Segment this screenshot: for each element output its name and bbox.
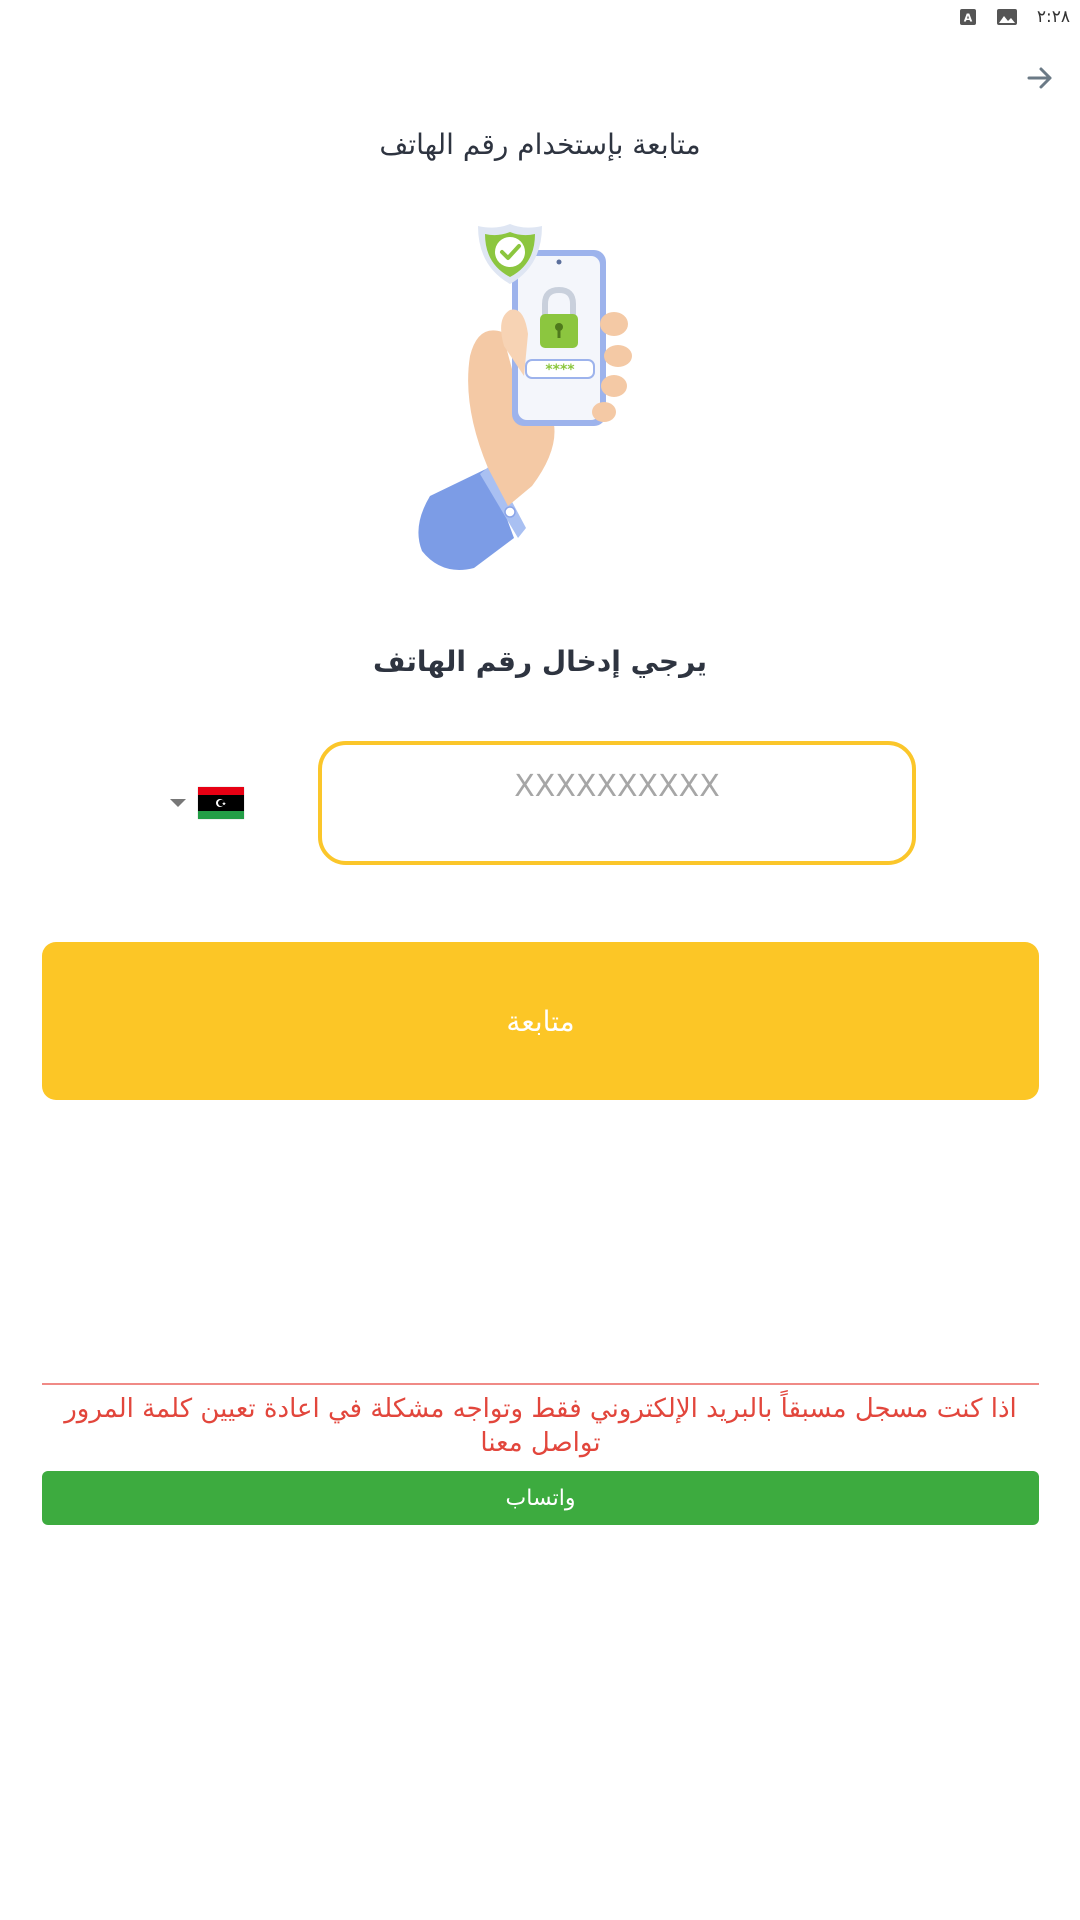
phone-number-input[interactable] <box>318 741 916 865</box>
status-bar: A ٢:٢٨ <box>0 0 1080 36</box>
svg-text:A: A <box>964 12 973 25</box>
keyboard-a-icon: A <box>960 9 976 25</box>
svg-text:****: **** <box>545 362 575 378</box>
divider <box>42 1383 1039 1385</box>
caret-down-icon <box>170 799 186 807</box>
phone-security-illustration: **** <box>418 224 632 570</box>
phone-prompt: يرجي إدخال رقم الهاتف <box>372 645 708 678</box>
status-time: ٢:٢٨ <box>1036 7 1070 27</box>
arrow-right-icon <box>1027 67 1052 89</box>
login-screen: A ٢:٢٨ متابعة بإستخدام رقم الهاتف **** ي… <box>0 0 1080 1920</box>
continue-button[interactable]: متابعة <box>42 942 1039 1100</box>
gallery-icon <box>997 9 1017 25</box>
support-help-text: اذا كنت مسجل مسبقاً بالبريد الإلكتروني ف… <box>64 1394 1017 1458</box>
libya-flag-icon <box>198 787 244 819</box>
country-code-picker[interactable] <box>170 784 250 822</box>
whatsapp-button[interactable]: واتساب <box>42 1471 1039 1525</box>
back-button[interactable] <box>1018 56 1062 100</box>
page-title: متابعة بإستخدام رقم الهاتف <box>379 128 701 161</box>
